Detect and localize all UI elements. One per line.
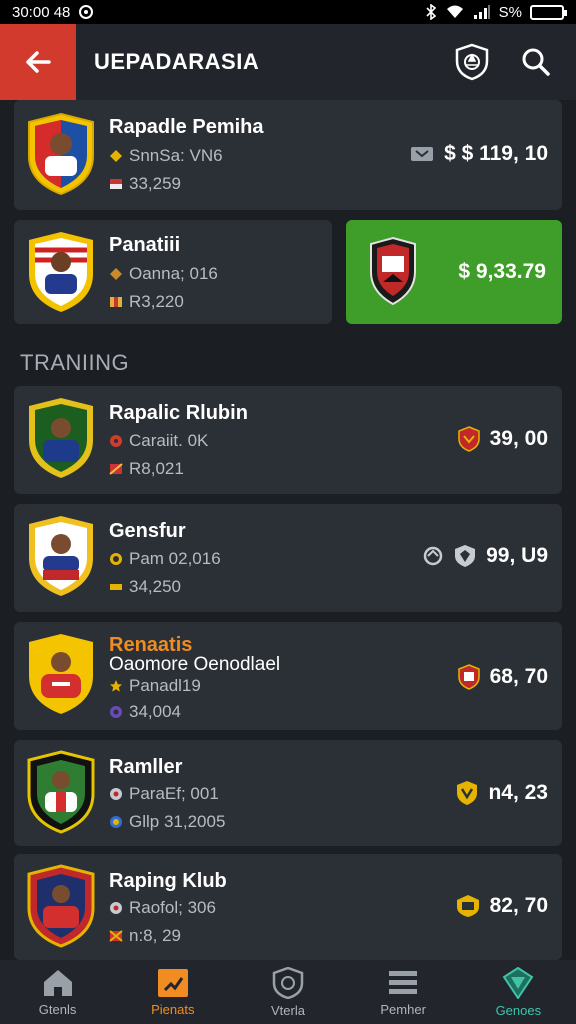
nav-label: Vterla (270, 1002, 305, 1018)
bar-icon (110, 584, 122, 590)
menu-icon (389, 970, 418, 994)
star-icon (110, 150, 122, 162)
page-title: UEPADARASIA (94, 49, 260, 74)
flag-icon (109, 930, 123, 942)
player-stat: 33,259 (109, 174, 181, 194)
flag-icon (110, 179, 122, 189)
featured-offer-card[interactable]: $ 9,33.79 (346, 220, 562, 324)
player-card[interactable]: Rapadle Pemiha SnnSa: VN6 33,259 $ $ 119… (14, 100, 562, 210)
home-icon (43, 969, 72, 996)
app-notification-icon (79, 5, 94, 19)
flag-icon (110, 297, 122, 307)
player-detail: Caraiit. 0K (109, 431, 208, 451)
player-name: Gensfur (109, 520, 186, 542)
gear-icon (110, 435, 122, 447)
nav-item-home[interactable]: Gtenls (8, 968, 108, 1017)
player-card[interactable]: Gensfur Pam 02,016 34,250 99, U9 (14, 504, 562, 612)
signal-icon (473, 5, 490, 19)
player-price: 99, U9 (422, 544, 548, 568)
diamond-shield-icon (502, 966, 534, 999)
player-stat: 34,004 (109, 702, 181, 722)
player-detail: SnnSa: VN6 (109, 146, 223, 166)
club-badge-icon (28, 112, 94, 196)
crest-icon (457, 426, 480, 452)
player-price: n4, 23 (456, 780, 548, 806)
player-card[interactable]: Raping Klub Raofol; 306 n:8, 29 82, 70 (14, 854, 562, 960)
crest-icon (457, 781, 478, 805)
player-card[interactable]: Renaatis Oaomore Oenodlael Panadl19 34,0… (14, 622, 562, 730)
player-detail: Raofol; 306 (109, 898, 216, 918)
player-name: Rapalic Rlubin (109, 402, 248, 424)
club-badge-icon (29, 634, 93, 714)
player-price: 68, 70 (457, 664, 548, 690)
star-icon (110, 268, 122, 280)
shield-ball-icon (272, 966, 304, 999)
player-club-name: Oaomore Oenodlael (109, 654, 281, 675)
status-bar: 30:00 48 S% (0, 0, 576, 24)
nav-label: Pienats (151, 1001, 195, 1017)
nav-item-menu[interactable]: Pemher (353, 968, 453, 1017)
featured-offer-price: $ 9,33.79 (458, 260, 546, 283)
players-icon (157, 968, 188, 997)
player-card[interactable]: Ramller ParaEf; 001 Gllp 31,2005 n4, 23 (14, 740, 562, 846)
player-stat: Gllp 31,2005 (109, 812, 225, 832)
app-header: UEPADARASIA (0, 24, 576, 100)
player-price: 82, 70 (456, 894, 548, 918)
bluetooth-icon (426, 4, 436, 20)
player-name: Ramller (109, 756, 183, 778)
nav-label: Genoes (495, 1002, 542, 1018)
search-button[interactable] (512, 38, 560, 86)
player-detail: ParaEf; 001 (109, 784, 219, 804)
player-price: $ $ 119, 10 (410, 142, 548, 166)
back-button[interactable] (0, 24, 76, 100)
nav-label: Pemher (380, 1001, 426, 1017)
nav-label: Gtenls (38, 1001, 77, 1017)
bottom-nav: Gtenls Pienats Vterla Pemher Genoes (0, 960, 576, 1024)
player-list[interactable]: Rapadle Pemiha SnnSa: VN6 33,259 $ $ 119… (0, 100, 576, 960)
player-name: Panatiii (109, 234, 181, 256)
crest-icon (456, 895, 479, 917)
nav-item-genres[interactable]: Genoes (468, 966, 568, 1018)
player-detail: Panadl19 (109, 676, 201, 696)
arrow-left-icon (26, 51, 51, 73)
player-detail: Pam 02,016 (109, 549, 221, 569)
wifi-icon (446, 5, 463, 18)
status-time: 30:00 48 (12, 3, 71, 21)
shield-icon (455, 43, 489, 81)
player-stat: R3,220 (109, 292, 184, 312)
player-card[interactable]: Panatiii Oanna; 016 R3,220 (14, 220, 332, 324)
team-crest-button[interactable] (448, 38, 496, 86)
player-name: Rapadle Pemiha (109, 116, 264, 138)
star-icon (110, 680, 122, 692)
coin-icon (110, 816, 122, 828)
nav-item-world[interactable]: Vterla (238, 966, 338, 1018)
nav-item-players[interactable]: Pienats (123, 968, 223, 1017)
search-icon (522, 48, 550, 76)
shield-icon (455, 545, 476, 567)
flag-icon (109, 463, 123, 475)
section-heading: TRANIING (20, 350, 130, 375)
player-stat: R8,021 (109, 459, 184, 479)
player-price: 39, 00 (457, 426, 548, 452)
club-badge-icon (29, 398, 93, 478)
battery-percent: S% (498, 3, 522, 21)
crest-icon (457, 664, 480, 690)
token-icon (110, 706, 122, 718)
player-name: Raping Klub (109, 870, 227, 892)
player-detail: Oanna; 016 (109, 264, 218, 284)
player-stat: 34,250 (109, 577, 181, 597)
player-card[interactable]: Rapalic Rlubin Caraiit. 0K R8,021 39, 00 (14, 386, 562, 494)
player-stat: n:8, 29 (109, 926, 181, 946)
club-badge-icon (27, 750, 95, 834)
wallet-icon (411, 147, 434, 161)
club-badge-icon (27, 864, 95, 948)
coin-icon (110, 553, 122, 565)
battery-icon (530, 4, 567, 20)
club-badge-icon (29, 232, 93, 312)
gear-icon (110, 788, 122, 800)
swap-icon (423, 546, 443, 566)
club-badge-icon (370, 236, 416, 306)
gear-icon (110, 902, 122, 914)
club-badge-icon (29, 516, 93, 596)
